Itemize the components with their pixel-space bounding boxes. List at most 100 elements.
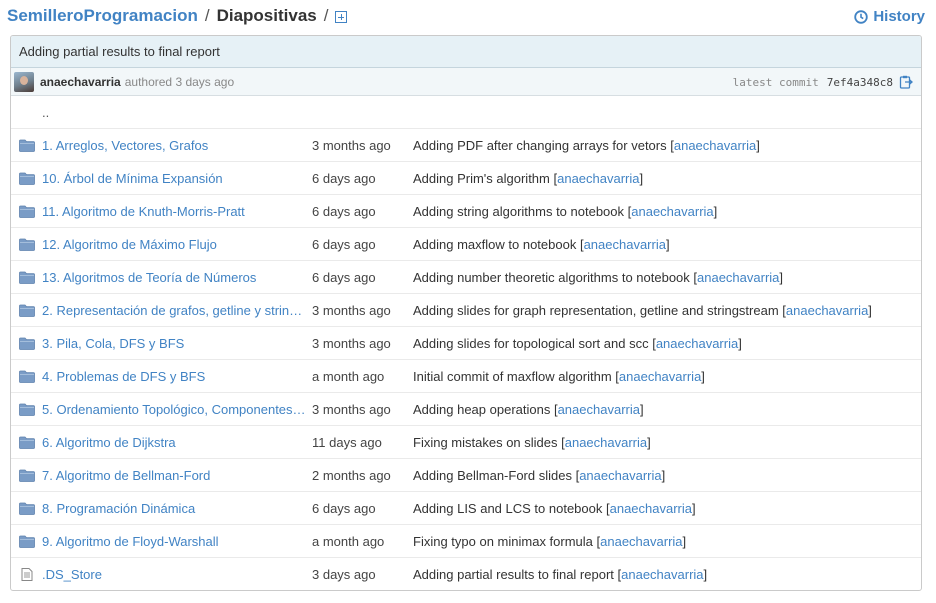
table-row: 4. Problemas de DFS y BFS a month ago Init…	[11, 360, 921, 393]
table-row: 1. Arreglos, Vectores, Grafos 3 months ag…	[11, 129, 921, 162]
commit-author-link[interactable]: anaechavarria	[674, 138, 756, 153]
commit-author-link[interactable]: anaechavarria	[584, 237, 666, 252]
file-name-link[interactable]: 12. Algoritmo de Máximo Flujo	[42, 237, 308, 252]
commit-message-text[interactable]: Adding number theoretic algorithms to no…	[413, 270, 690, 285]
commit-message: Adding heap operations [anaechavarria]	[413, 401, 644, 417]
commit-message: Adding partial results to final report […	[413, 567, 708, 582]
breadcrumb-current: Diapositivas	[216, 6, 317, 25]
file-name-link[interactable]: 8. Programación Dinámica	[42, 501, 308, 516]
file-age: a month ago	[312, 533, 385, 549]
folder-icon	[19, 337, 35, 350]
breadcrumb: SemilleroProgramacion / Diapositivas /	[7, 4, 348, 28]
commit-author-link[interactable]: anaechavarria	[565, 435, 647, 450]
file-age: 3 months ago	[312, 302, 391, 318]
table-row: 12. Algoritmo de Máximo Flujo 6 days ago A…	[11, 228, 921, 261]
commit-author[interactable]: anaechavarria	[40, 75, 121, 89]
file-name-link[interactable]: 4. Problemas de DFS y BFS	[42, 369, 308, 384]
commit-message-text[interactable]: Initial commit of maxflow algorithm	[413, 369, 612, 384]
table-row: 11. Algoritmo de Knuth-Morris-Pratt 6 day…	[11, 195, 921, 228]
table-row: 3. Pila, Cola, DFS y BFS 3 months ago Addi…	[11, 327, 921, 360]
commit-message-text[interactable]: Adding partial results to final report	[413, 567, 614, 582]
file-name-link[interactable]: 6. Algoritmo de Dijkstra	[42, 435, 308, 450]
file-name-link[interactable]: 11. Algoritmo de Knuth-Morris-Pratt	[42, 204, 308, 219]
file-age: 6 days ago	[312, 500, 376, 516]
breadcrumb-repo-link[interactable]: SemilleroProgramacion	[7, 6, 198, 26]
add-file-icon[interactable]	[335, 11, 348, 23]
file-name-link[interactable]: 3. Pila, Cola, DFS y BFS	[42, 336, 308, 351]
commit-author-link[interactable]: anaechavarria	[619, 369, 701, 384]
folder-icon	[19, 502, 35, 515]
table-row: 9. Algoritmo de Floyd-Warshall a month ag…	[11, 525, 921, 558]
commit-message-text[interactable]: Adding Prim's algorithm	[413, 171, 550, 186]
commit-message: Adding Bellman-Ford slides [anaechavarri…	[413, 467, 666, 483]
commit-message-text[interactable]: Adding LIS and LCS to notebook	[413, 501, 602, 516]
file-browser: Adding partial results to final report a…	[10, 35, 922, 591]
commit-message-text[interactable]: Adding slides for graph representation, …	[413, 303, 779, 318]
file-name-link[interactable]: .DS_Store	[42, 567, 308, 582]
file-list: 1. Arreglos, Vectores, Grafos 3 months ag…	[11, 129, 921, 590]
commit-message-text[interactable]: Adding PDF after changing arrays for vet…	[413, 138, 667, 153]
commit-author-link[interactable]: anaechavarria	[600, 534, 682, 549]
commit-message-text[interactable]: Fixing mistakes on slides	[413, 435, 558, 450]
file-name-link[interactable]: 1. Arreglos, Vectores, Grafos	[42, 138, 308, 153]
commit-sha[interactable]: 7ef4a348c8	[827, 76, 893, 89]
commit-message: Adding number theoretic algorithms to no…	[413, 269, 784, 285]
parent-directory-link[interactable]: ..	[11, 96, 921, 129]
commit-meta: anaechavarria authored 3 days ago latest…	[11, 68, 921, 96]
commit-author-link[interactable]: anaechavarria	[656, 336, 738, 351]
commit-message-text[interactable]: Adding slides for topological sort and s…	[413, 336, 649, 351]
history-label: History	[873, 8, 925, 25]
file-name-link[interactable]: 7. Algoritmo de Bellman-Ford	[42, 468, 308, 483]
folder-icon	[19, 403, 35, 416]
commit-authored-time: authored 3 days ago	[124, 74, 235, 89]
commit-message: Adding slides for topological sort and s…	[413, 335, 742, 351]
commit-message-text[interactable]: Adding heap operations	[413, 402, 550, 417]
clipboard-icon[interactable]	[899, 75, 913, 89]
commit-author-link[interactable]: anaechavarria	[558, 402, 640, 417]
commit-author-link[interactable]: anaechavarria	[579, 468, 661, 483]
folder-icon	[19, 469, 35, 482]
file-name-link[interactable]: 10. Árbol de Mínima Expansión	[42, 171, 308, 186]
file-age: 3 months ago	[312, 137, 391, 153]
folder-icon	[19, 238, 35, 251]
table-row: 2. Representación de grafos, getline y s…	[11, 294, 921, 327]
file-age: 3 months ago	[312, 335, 391, 351]
latest-commit-label: latest commit	[732, 75, 819, 89]
commit-author-link[interactable]: anaechavarria	[557, 171, 639, 186]
file-age: 6 days ago	[312, 236, 376, 252]
commit-message: Fixing mistakes on slides [anaechavarria…	[413, 434, 651, 450]
commit-message-text[interactable]: Adding maxflow to notebook	[413, 237, 576, 252]
commit-message-text[interactable]: Adding string algorithms to notebook	[413, 204, 624, 219]
table-row: 13. Algoritmos de Teoría de Números 6 day…	[11, 261, 921, 294]
folder-icon	[19, 271, 35, 284]
file-name-link[interactable]: 2. Representación de grafos, getline y s…	[42, 303, 308, 318]
file-age: 11 days ago	[312, 434, 382, 450]
avatar[interactable]	[14, 71, 34, 92]
commit-author-link[interactable]: anaechavarria	[610, 501, 692, 516]
breadcrumb-separator: /	[204, 6, 210, 25]
history-button[interactable]: History	[854, 8, 925, 25]
file-icon	[19, 568, 35, 581]
table-row: 7. Algoritmo de Bellman-Ford 2 months ago…	[11, 459, 921, 492]
commit-message-text[interactable]: Adding Bellman-Ford slides	[413, 468, 572, 483]
file-age: 6 days ago	[312, 170, 376, 186]
commit-message-text[interactable]: Fixing typo on minimax formula	[413, 534, 593, 549]
commit-message: Fixing typo on minimax formula [anaechav…	[413, 533, 687, 549]
folder-icon	[19, 139, 35, 152]
table-row: 8. Programación Dinámica 6 days ago Adding…	[11, 492, 921, 525]
file-name-link[interactable]: 13. Algoritmos de Teoría de Números	[42, 270, 308, 285]
commit-author-link[interactable]: anaechavarria	[697, 270, 779, 285]
table-row: 6. Algoritmo de Dijkstra 11 days ago Fixin…	[11, 426, 921, 459]
commit-author-link[interactable]: anaechavarria	[621, 567, 703, 582]
table-row: 5. Ordenamiento Topológico, Componentes……	[11, 393, 921, 426]
commit-author-link[interactable]: anaechavarria	[631, 204, 713, 219]
latest-commit-title[interactable]: Adding partial results to final report	[11, 36, 921, 68]
folder-icon	[19, 304, 35, 317]
commit-message: Adding slides for graph representation, …	[413, 302, 872, 318]
folder-icon	[19, 172, 35, 185]
file-name-link[interactable]: 9. Algoritmo de Floyd-Warshall	[42, 534, 308, 549]
file-name-link[interactable]: 5. Ordenamiento Topológico, Componentes…	[42, 402, 308, 417]
folder-icon	[19, 370, 35, 383]
clock-icon	[854, 9, 869, 24]
commit-author-link[interactable]: anaechavarria	[786, 303, 868, 318]
